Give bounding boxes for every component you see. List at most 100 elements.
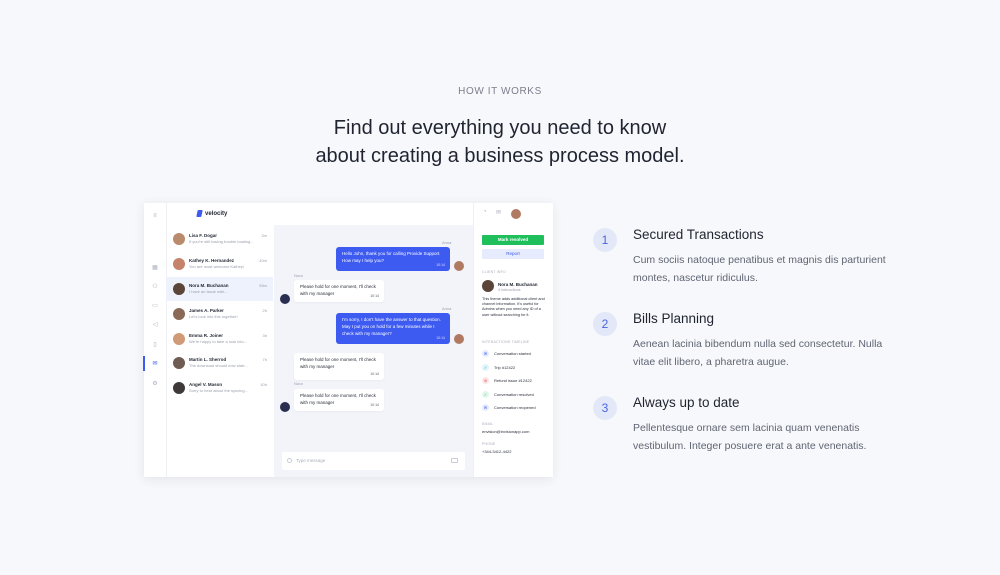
conversation-time: 3h	[262, 333, 267, 338]
timeline-icon: ✉	[482, 404, 489, 411]
avatar	[173, 333, 185, 345]
conversation-time: 2h	[262, 308, 267, 313]
attachment-icon[interactable]	[451, 458, 458, 463]
conversation-item[interactable]: Angel V. Mason Sorry to hear about the sy…	[166, 376, 273, 400]
grid-icon[interactable]: ▦	[151, 264, 159, 271]
conversation-item[interactable]: Nora M. Buchanan I have an issue with... 5…	[166, 277, 273, 301]
email-label: EMAIL	[482, 422, 494, 426]
timeline-icon: ⊘	[482, 377, 489, 384]
incoming-message: Please hold for one moment, I'll check w…	[294, 389, 384, 411]
avatar	[173, 258, 185, 270]
message-text: Please hold for one moment, I'll check w…	[300, 393, 376, 405]
mail-outline-icon[interactable]: ✉	[496, 209, 501, 216]
headline-line-2: about creating a business process model.	[315, 145, 685, 167]
avatar	[173, 308, 185, 320]
timeline-item[interactable]: ✓ Trip #12422	[482, 363, 552, 373]
timeline-icon: ✉	[482, 350, 489, 357]
message-text: Please hold for one moment, I'll check w…	[300, 357, 376, 369]
feature-title: Secured Transactions	[633, 227, 764, 242]
conversation-time: 7h	[262, 357, 267, 362]
feature-number: 3	[593, 396, 617, 420]
avatar	[173, 283, 185, 295]
client-name: Nora M. Buchanan	[498, 282, 538, 287]
avatar	[173, 357, 185, 369]
emoji-icon[interactable]	[287, 458, 292, 463]
conversation-preview: Sorry to hear about the syncing...	[189, 388, 248, 393]
message-avatar	[454, 334, 464, 344]
menu-icon[interactable]: ≡	[151, 212, 159, 219]
clock-icon[interactable]: ◔	[483, 209, 487, 215]
conversation-time: 10h	[260, 382, 267, 387]
nav-rail: ≡ ▦ ⚇ ▭ ◁ ▯ ✉ ⚙	[143, 203, 167, 477]
book-icon[interactable]: ▯	[151, 341, 159, 348]
message-time: 10:14	[370, 372, 379, 376]
conversation-item[interactable]: Kathey K. Hernandez You are most welcome …	[166, 252, 273, 276]
agent-avatar[interactable]	[511, 209, 521, 219]
timeline-label: Conversation started	[494, 351, 531, 356]
timeline-item[interactable]: ⊘ Refund issue #12422	[482, 376, 552, 386]
timeline-label: INTERACTIONS TIMELINE	[482, 340, 530, 344]
client-info-label: CLIENT INFO	[482, 270, 506, 274]
message-sender: Anna	[442, 240, 452, 245]
settings-icon[interactable]: ⚙	[151, 380, 159, 387]
car-icon[interactable]: ▭	[151, 302, 159, 309]
message-text: Please hold for one moment, I'll check w…	[300, 284, 376, 296]
client-description: This theme adds additional client and ch…	[482, 297, 545, 317]
conversation-name: Kathey K. Hernandez	[189, 258, 235, 263]
conversation-item[interactable]: Emma R. Joiner We're happy to take a look…	[166, 327, 273, 351]
message-text: I'm sorry, I don't have the answer to th…	[342, 317, 441, 336]
feature-title: Always up to date	[633, 395, 740, 410]
message-avatar	[280, 294, 290, 304]
message-text: Hello John, thank you for calling Provid…	[342, 251, 441, 263]
timeline-icon: ✓	[482, 363, 489, 371]
message-avatar	[454, 261, 464, 271]
chat-area: Anna Hello John, thank you for calling Pr…	[274, 203, 473, 477]
message-time: 10:14	[436, 263, 445, 267]
message-sender: Nora	[294, 273, 303, 278]
org-icon[interactable]: ⚇	[151, 283, 159, 290]
conversation-time: 59m	[259, 283, 267, 288]
conversation-item[interactable]: Martin L. Sherrod The download should now…	[166, 351, 273, 375]
message-time: 10:14	[370, 403, 379, 407]
client-avatar	[482, 280, 494, 292]
conversation-name: James A. Parker	[189, 308, 224, 313]
timeline-item[interactable]: ✉ Conversation reopened	[482, 403, 552, 413]
mail-icon[interactable]: ✉	[143, 356, 159, 371]
incoming-message: Please hold for one moment, I'll check w…	[294, 280, 384, 302]
megaphone-icon[interactable]: ◁	[151, 321, 159, 328]
conversation-name: Lisa F. Dogar	[189, 233, 218, 238]
timeline-item[interactable]: ✉ Conversation started	[482, 349, 552, 359]
feature-description: Aenean lacinia bibendum nulla sed consec…	[633, 338, 883, 368]
phone-label: PHONE	[482, 442, 496, 446]
conversation-time: 2m	[261, 233, 267, 238]
outgoing-message: I'm sorry, I don't have the answer to th…	[336, 313, 450, 344]
message-time: 10:14	[370, 294, 379, 298]
message-sender: Nora	[294, 381, 303, 386]
conversation-item[interactable]: James A. Parker Let's look into this toge…	[166, 302, 273, 326]
feature-number: 1	[593, 228, 617, 252]
timeline-item[interactable]: ✓ Conversation resolved	[482, 390, 552, 400]
client-email[interactable]: envision@invisionapp.com	[482, 429, 529, 434]
conversation-time: 40m	[259, 258, 267, 263]
message-composer[interactable]: Type message	[282, 452, 465, 470]
conversation-preview: The download should now start...	[189, 363, 248, 368]
feature-description: Pellentesque ornare sem lacinia quam ven…	[633, 422, 867, 452]
feature-description: Cum sociis natoque penatibus et magnis d…	[633, 254, 886, 284]
app-preview: ≡ ▦ ⚇ ▭ ◁ ▯ ✉ ⚙ velocity Lisa F. Dogar If…	[143, 203, 553, 477]
avatar	[173, 382, 185, 394]
timeline-label: Refund issue #12422	[494, 378, 532, 383]
section-eyebrow: HOW IT WORKS	[458, 86, 542, 97]
conversation-name: Nora M. Buchanan	[189, 283, 229, 288]
mark-resolved-button[interactable]: Mark resolved	[482, 235, 544, 245]
timeline-label: Conversation reopened	[494, 405, 536, 410]
conversation-name: Martin L. Sherrod	[189, 357, 227, 362]
conversation-item[interactable]: Lisa F. Dogar If you're still having trou…	[166, 227, 273, 251]
avatar	[173, 233, 185, 245]
conversation-preview: I have an issue with...	[189, 289, 228, 294]
conversation-preview: Let's look into this together!	[189, 314, 238, 319]
report-button[interactable]: Report	[482, 249, 544, 259]
message-time: 10:14	[436, 336, 445, 340]
feature-number: 2	[593, 312, 617, 336]
conversation-preview: You are most welcome Kathey!	[189, 264, 244, 269]
headline-line-1: Find out everything you need to know	[333, 117, 667, 139]
